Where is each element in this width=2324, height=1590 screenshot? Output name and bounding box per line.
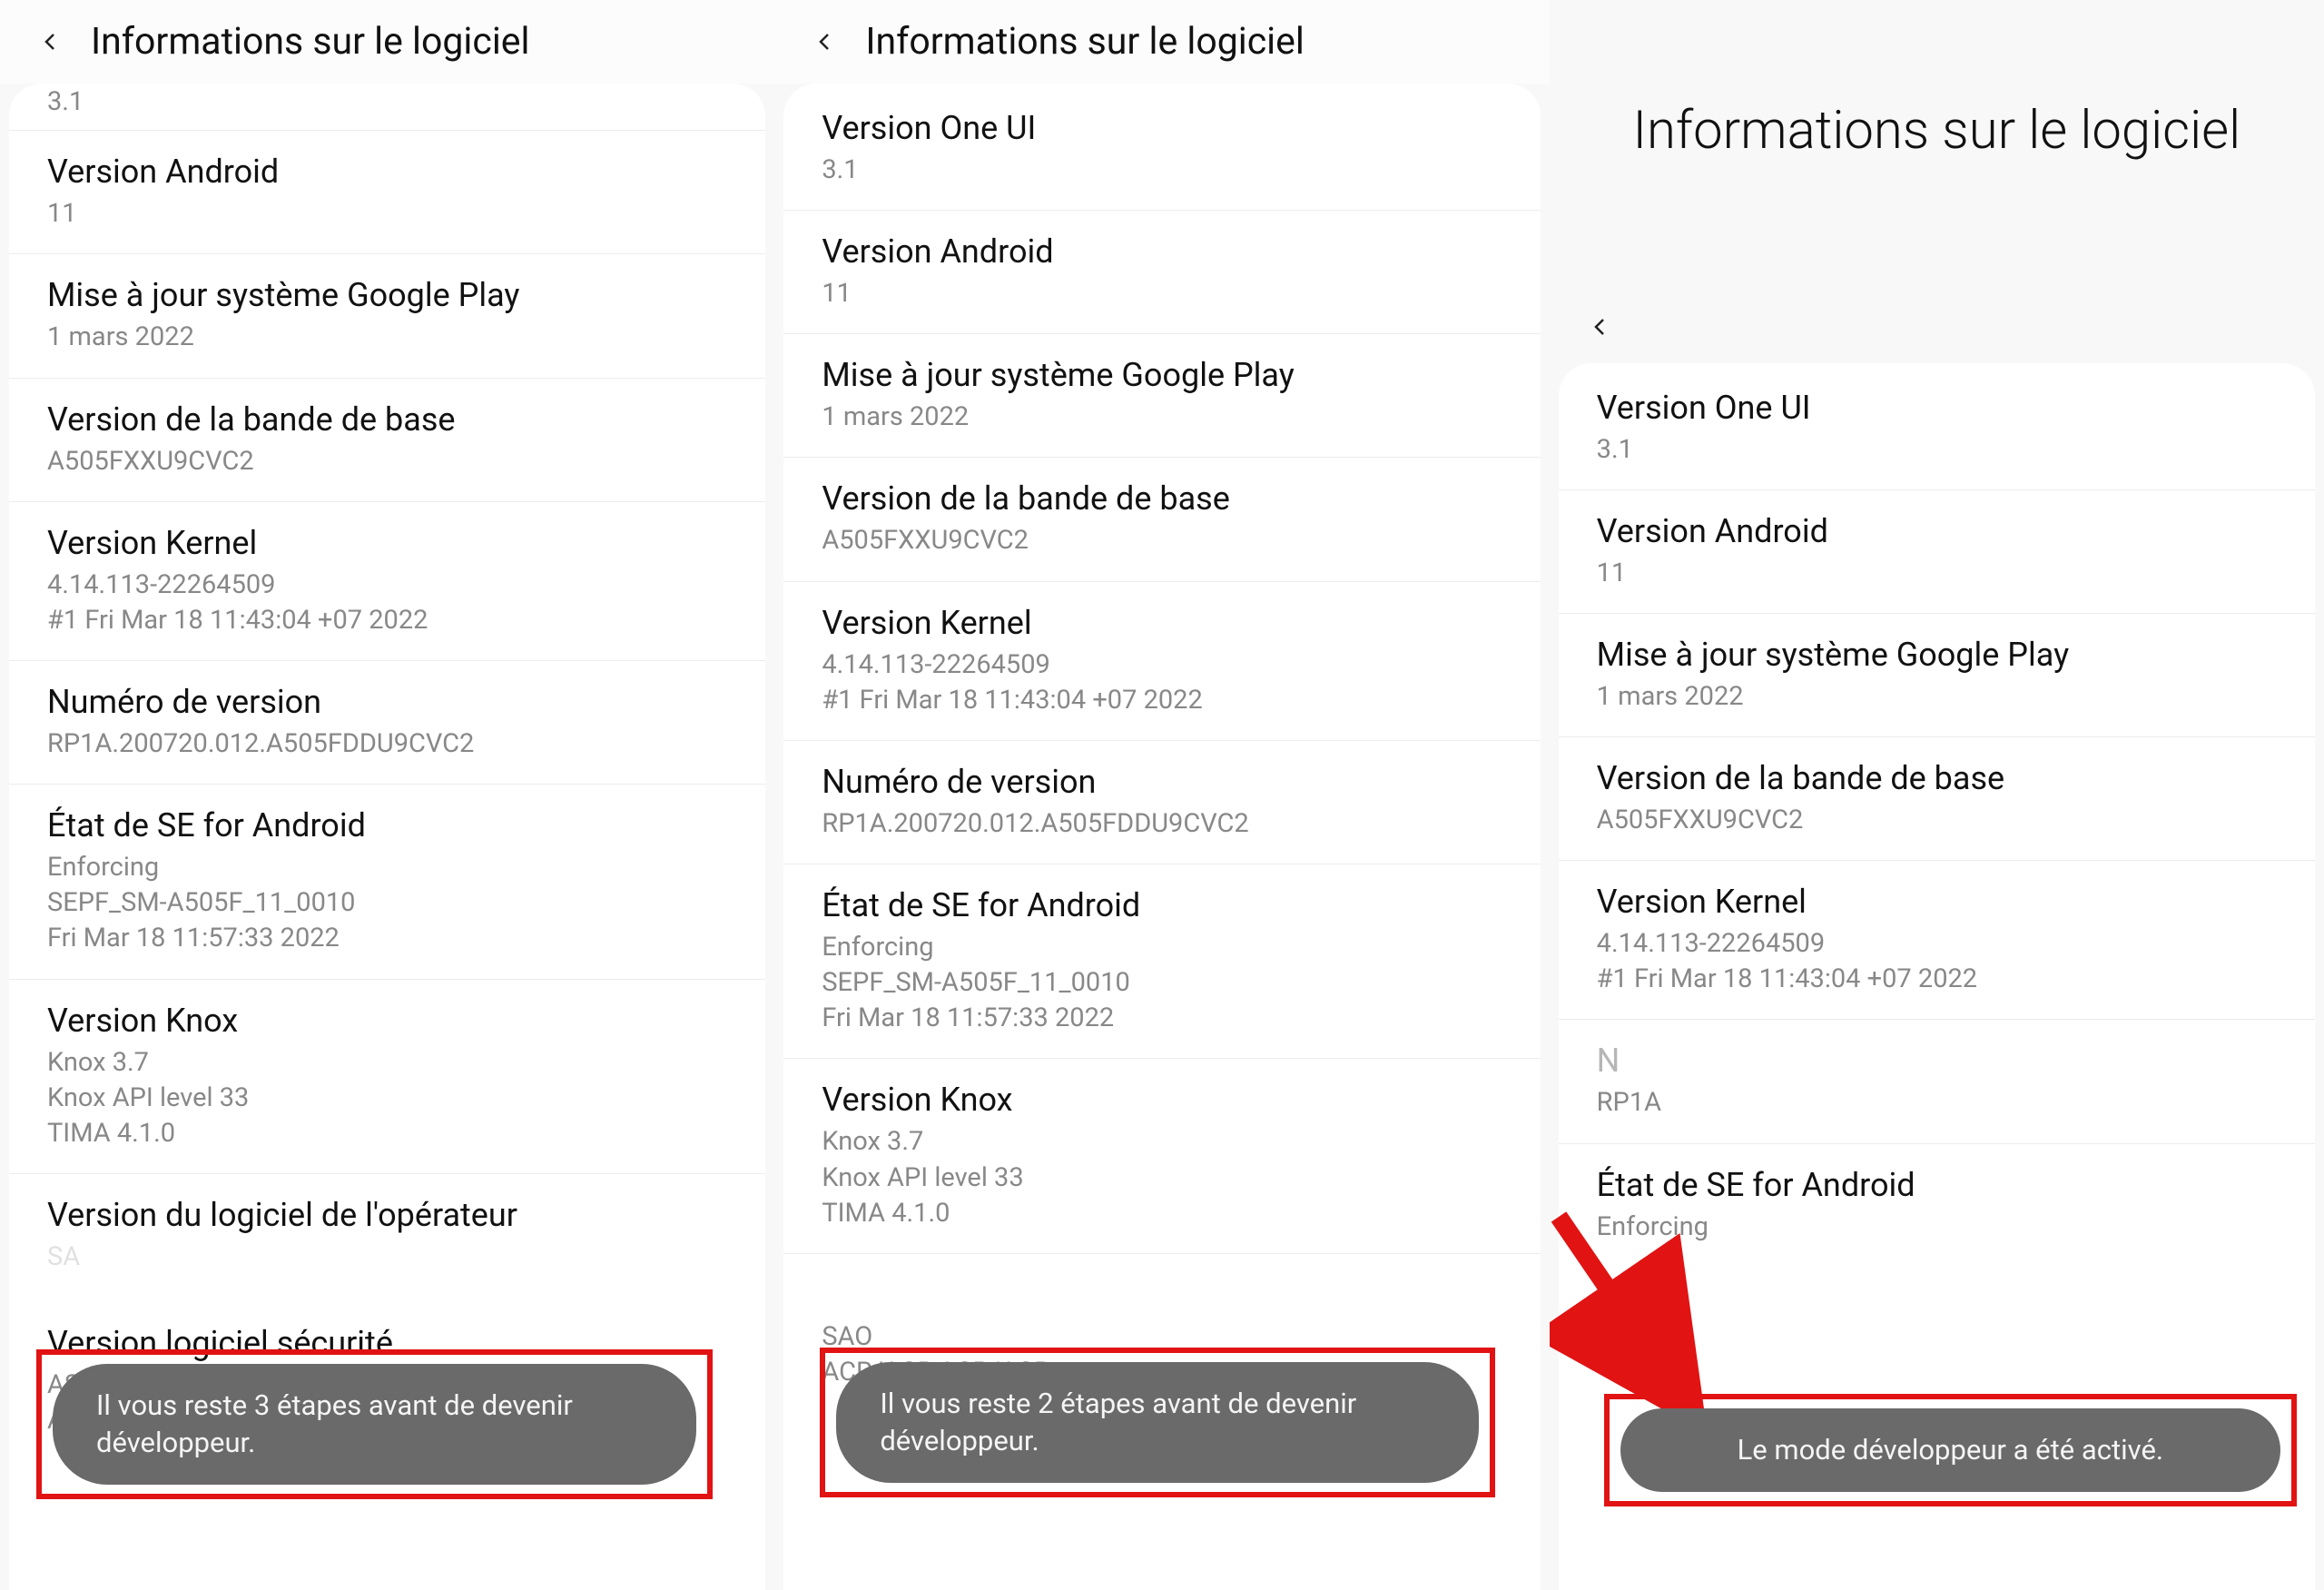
item-title: État de SE for Android bbox=[1597, 1166, 2277, 1204]
item-value: SA bbox=[47, 1239, 727, 1275]
list-item[interactable]: Mise à jour système Google Play 1 mars 2… bbox=[783, 334, 1540, 458]
screen-step2: Informations sur le logiciel Version One… bbox=[774, 0, 1549, 1590]
item-value: A505FXXU9CVC2 bbox=[1597, 803, 2277, 838]
item-value: 1 mars 2022 bbox=[1597, 679, 2277, 715]
header-bar: Informations sur le logiciel bbox=[0, 0, 774, 84]
item-title: Version Kernel bbox=[47, 524, 727, 562]
item-title: Version Knox bbox=[822, 1081, 1502, 1119]
item-value: A505FXXU9CVC2 bbox=[47, 444, 727, 479]
annotation-highlight-box: Il vous reste 2 étapes avant de devenir … bbox=[820, 1348, 1494, 1497]
item-value: 4.14.113-22264509 #1 Fri Mar 18 11:43:04… bbox=[47, 568, 727, 638]
list-item[interactable]: Version du logiciel de l'opérateur SA bbox=[9, 1174, 765, 1297]
item-title: Version Knox bbox=[47, 1002, 727, 1040]
item-value: 4.14.113-22264509 #1 Fri Mar 18 11:43:04… bbox=[1597, 926, 2277, 997]
list-item[interactable]: Mise à jour système Google Play 1 mars 2… bbox=[9, 254, 765, 378]
list-item[interactable]: Version de la bande de base A505FXXU9CVC… bbox=[783, 458, 1540, 581]
list-item[interactable]: Version Android 11 bbox=[1559, 490, 2315, 614]
item-title: Version de la bande de base bbox=[822, 479, 1502, 518]
list-item[interactable]: État de SE for Android Enforcing SEPF_SM… bbox=[783, 864, 1540, 1059]
item-title: Mise à jour système Google Play bbox=[1597, 636, 2277, 674]
screen-step3: Informations sur le logiciel 3.1 Version… bbox=[0, 0, 774, 1590]
item-value: 11 bbox=[47, 196, 727, 232]
toast-message: Il vous reste 2 étapes avant de devenir … bbox=[836, 1362, 1478, 1483]
item-title: État de SE for Android bbox=[822, 886, 1502, 924]
big-title-area: Informations sur le logiciel bbox=[1550, 0, 2324, 291]
back-icon[interactable] bbox=[809, 25, 842, 58]
item-title: Version Android bbox=[47, 153, 727, 191]
list-item[interactable]: Version Kernel 4.14.113-22264509 #1 Fri … bbox=[783, 582, 1540, 741]
item-title: Version Kernel bbox=[1597, 883, 2277, 921]
list-item[interactable]: 3.1 bbox=[9, 87, 765, 131]
list-item-build-number[interactable]: Numéro de version RP1A.200720.012.A505FD… bbox=[9, 661, 765, 785]
item-title: Numéro de version bbox=[47, 683, 727, 721]
item-title: N bbox=[1597, 1042, 2277, 1080]
item-title: Version de la bande de base bbox=[1597, 759, 2277, 797]
item-title: Version One UI bbox=[822, 109, 1502, 147]
item-value: Enforcing SEPF_SM-A505F_11_0010 Fri Mar … bbox=[47, 850, 727, 956]
list-item[interactable]: Version Android 11 bbox=[783, 211, 1540, 334]
item-title: État de SE for Android bbox=[47, 806, 727, 844]
list-item[interactable]: Version de la bande de base A505FXXU9CVC… bbox=[9, 379, 765, 502]
annotation-highlight-box: Il vous reste 3 étapes avant de devenir … bbox=[36, 1349, 713, 1499]
item-value: 11 bbox=[822, 276, 1502, 311]
item-value: 3.1 bbox=[822, 153, 1502, 188]
item-value: Enforcing SEPF_SM-A505F_11_0010 Fri Mar … bbox=[822, 930, 1502, 1036]
item-value: RP1A.200720.012.A505FDDU9CVC2 bbox=[822, 806, 1502, 842]
item-value: 11 bbox=[1597, 556, 2277, 591]
list-item[interactable]: État de SE for Android Enforcing bbox=[1559, 1144, 2315, 1267]
toast-text: Le mode développeur a été activé. bbox=[1738, 1433, 2164, 1467]
screen-activated: Informations sur le logiciel Version One… bbox=[1550, 0, 2324, 1590]
item-title: Mise à jour système Google Play bbox=[47, 276, 727, 314]
list-item[interactable]: Version Knox Knox 3.7 Knox API level 33 … bbox=[783, 1059, 1540, 1253]
item-value: 1 mars 2022 bbox=[822, 400, 1502, 435]
list-item[interactable]: Version Kernel 4.14.113-22264509 #1 Fri … bbox=[9, 502, 765, 661]
item-value: 3.1 bbox=[47, 87, 727, 117]
list-item[interactable]: Mise à jour système Google Play 1 mars 2… bbox=[1559, 614, 2315, 737]
header-bar: Informations sur le logiciel bbox=[774, 0, 1549, 84]
item-value: Knox 3.7 Knox API level 33 TIMA 4.1.0 bbox=[47, 1045, 727, 1151]
item-value: RP1A.200720.012.A505FDDU9CVC2 bbox=[47, 726, 727, 762]
item-value: 1 mars 2022 bbox=[47, 320, 727, 355]
list-item[interactable]: Version Kernel 4.14.113-22264509 #1 Fri … bbox=[1559, 861, 2315, 1020]
item-value: Enforcing bbox=[1597, 1210, 2277, 1245]
item-value: A505FXXU9CVC2 bbox=[822, 523, 1502, 558]
list-item[interactable]: Version Knox Knox 3.7 Knox API level 33 … bbox=[9, 980, 765, 1174]
item-title: Version Android bbox=[822, 232, 1502, 271]
back-icon[interactable] bbox=[34, 25, 67, 58]
list-item-build-number[interactable]: Numéro de version RP1A.200720.012.A505FD… bbox=[783, 741, 1540, 864]
item-title: Version Kernel bbox=[822, 604, 1502, 642]
list-item[interactable]: Version Android 11 bbox=[9, 131, 765, 254]
item-title: Mise à jour système Google Play bbox=[822, 356, 1502, 394]
annotation-highlight-box: Le mode développeur a été activé. bbox=[1604, 1394, 2297, 1506]
toast-text: Il vous reste 3 étapes avant de devenir … bbox=[96, 1388, 573, 1458]
list-item[interactable]: État de SE for Android Enforcing SEPF_SM… bbox=[9, 785, 765, 979]
item-title: Version One UI bbox=[1597, 389, 2277, 427]
item-value: 4.14.113-22264509 #1 Fri Mar 18 11:43:04… bbox=[822, 647, 1502, 718]
toast-message: Il vous reste 3 étapes avant de devenir … bbox=[53, 1364, 696, 1485]
item-title: Version du logiciel de l'opérateur bbox=[47, 1196, 727, 1234]
item-title: Version Android bbox=[1597, 512, 2277, 550]
header-title: Informations sur le logiciel bbox=[865, 20, 1305, 64]
item-title: Numéro de version bbox=[822, 763, 1502, 801]
toast-text: Il vous reste 2 étapes avant de devenir … bbox=[880, 1387, 1356, 1457]
list-item-build-number[interactable]: N RP1A bbox=[1559, 1020, 2315, 1143]
toast-message: Le mode développeur a été activé. bbox=[1620, 1408, 2280, 1492]
list-item[interactable]: Version One UI 3.1 bbox=[783, 87, 1540, 211]
item-value: RP1A bbox=[1597, 1085, 2277, 1121]
back-icon[interactable] bbox=[1584, 311, 1617, 343]
list-item[interactable]: Version de la bande de base A505FXXU9CVC… bbox=[1559, 737, 2315, 861]
header-title: Informations sur le logiciel bbox=[91, 20, 530, 64]
item-title: Version de la bande de base bbox=[47, 400, 727, 439]
item-title bbox=[822, 1276, 1502, 1314]
item-value: Knox 3.7 Knox API level 33 TIMA 4.1.0 bbox=[822, 1124, 1502, 1230]
item-value: 3.1 bbox=[1597, 432, 2277, 468]
page-title: Informations sur le logiciel bbox=[1586, 100, 2288, 163]
header-bar bbox=[1550, 291, 2324, 363]
list-item[interactable]: Version One UI 3.1 bbox=[1559, 367, 2315, 490]
